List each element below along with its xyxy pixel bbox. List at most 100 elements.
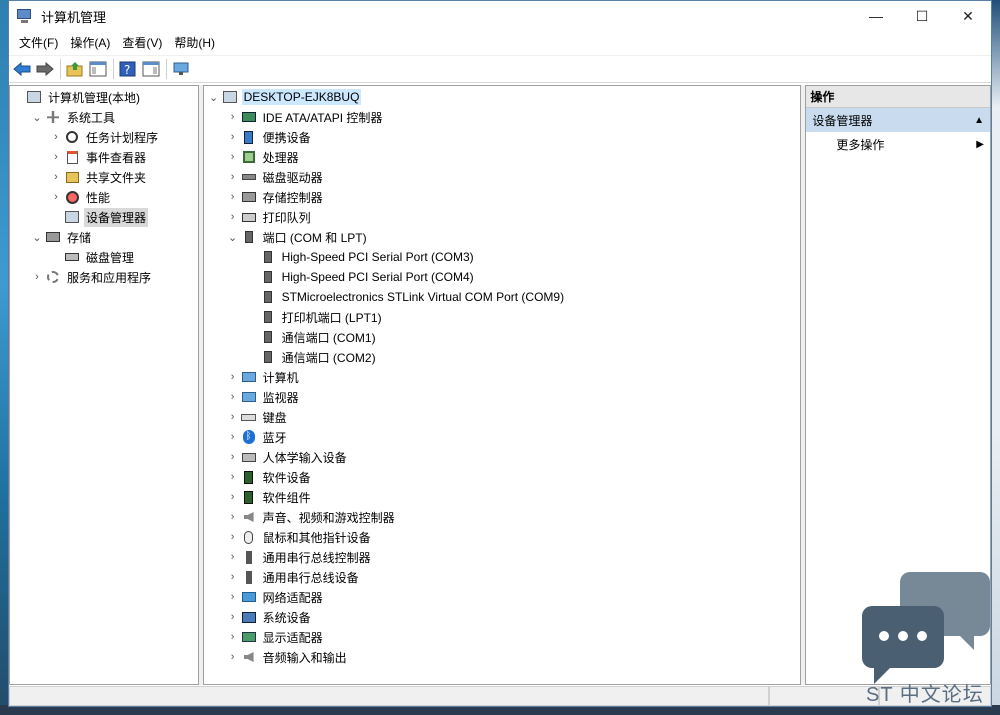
device-tree-node[interactable]: › 鼠标和其他指针设备 xyxy=(204,527,801,547)
device-tree-node[interactable]: › 软件组件 xyxy=(204,487,801,507)
chevron-right-icon[interactable]: › xyxy=(50,187,62,207)
chevron-right-icon[interactable]: › xyxy=(227,387,239,407)
device-tree-node[interactable]: ⌄ 端口 (COM 和 LPT) xyxy=(204,227,801,247)
device-tree-node[interactable]: High-Speed PCI Serial Port (COM3) xyxy=(204,247,801,267)
chevron-right-icon[interactable]: › xyxy=(227,627,239,647)
chevron-right-icon[interactable]: › xyxy=(227,147,239,167)
device-tree-node[interactable]: › 存储控制器 xyxy=(204,187,801,207)
show-hide-action-pane-icon[interactable] xyxy=(140,58,162,80)
close-button[interactable]: ✕ xyxy=(945,1,991,31)
chevron-right-icon[interactable]: › xyxy=(227,167,239,187)
menu-file[interactable]: 文件(F) xyxy=(13,31,64,55)
console-tree-label: 共享文件夹 xyxy=(86,170,147,185)
chevron-right-icon[interactable]: › xyxy=(50,147,62,167)
device-tree-label: High-Speed PCI Serial Port (COM4) xyxy=(281,270,474,284)
device-tree-node[interactable]: › 系统设备 xyxy=(204,607,801,627)
device-tree-node[interactable]: 通信端口 (COM2) xyxy=(204,347,801,367)
console-tree-node[interactable]: › 任务计划程序 xyxy=(10,127,198,147)
chevron-right-icon[interactable]: › xyxy=(50,167,62,187)
device-tree-node[interactable]: › 打印队列 xyxy=(204,207,801,227)
console-tree-node[interactable]: 计算机管理(本地) xyxy=(10,87,198,107)
device-tree-node[interactable]: High-Speed PCI Serial Port (COM4) xyxy=(204,267,801,287)
chevron-right-icon[interactable]: › xyxy=(227,207,239,227)
toolbar: ? xyxy=(9,55,991,83)
device-tree-label: 监视器 xyxy=(262,390,299,405)
more-actions-item[interactable]: 更多操作 ▶ xyxy=(806,132,990,156)
actions-section-device-manager[interactable]: 设备管理器 ▲ xyxy=(806,108,990,132)
chevron-right-icon[interactable]: › xyxy=(227,587,239,607)
device-tree-node[interactable]: › 处理器 xyxy=(204,147,801,167)
device-tree-node[interactable]: › 键盘 xyxy=(204,407,801,427)
chevron-down-icon[interactable]: ⌄ xyxy=(31,227,43,247)
chevron-down-icon[interactable]: ⌄ xyxy=(208,87,220,107)
monitor-icon[interactable] xyxy=(170,58,192,80)
chevron-right-icon[interactable]: › xyxy=(227,407,239,427)
console-tree-node[interactable]: ⌄ 系统工具 xyxy=(10,107,198,127)
device-tree-node[interactable]: › 声音、视频和游戏控制器 xyxy=(204,507,801,527)
device-tree-node[interactable]: 打印机端口 (LPT1) xyxy=(204,307,801,327)
forward-arrow-icon[interactable] xyxy=(34,58,56,80)
device-tree-node[interactable]: › 计算机 xyxy=(204,367,801,387)
chevron-right-icon[interactable]: › xyxy=(227,187,239,207)
node-icon xyxy=(26,89,42,105)
collapse-arrow-icon[interactable]: ▲ xyxy=(974,115,984,126)
device-tree-label: 软件设备 xyxy=(262,470,311,485)
menu-action[interactable]: 操作(A) xyxy=(64,31,116,55)
help-icon[interactable]: ? xyxy=(117,58,139,80)
device-tree-node[interactable]: › 便携设备 xyxy=(204,127,801,147)
disk-icon xyxy=(65,253,79,261)
chevron-right-icon[interactable]: › xyxy=(227,647,239,667)
device-tree-node[interactable]: › 磁盘驱动器 xyxy=(204,167,801,187)
node-icon xyxy=(241,629,257,645)
device-tree-node[interactable]: ⌄ DESKTOP-EJK8BUQ xyxy=(204,87,801,107)
chevron-right-icon[interactable]: › xyxy=(227,107,239,127)
console-tree-node[interactable]: › 共享文件夹 xyxy=(10,167,198,187)
chevron-right-icon[interactable]: › xyxy=(227,447,239,467)
node-icon xyxy=(241,649,257,665)
drive-icon xyxy=(241,174,256,180)
device-tree-node[interactable]: › 音频输入和输出 xyxy=(204,647,801,667)
chevron-down-icon[interactable]: ⌄ xyxy=(31,107,43,127)
chevron-right-icon[interactable]: › xyxy=(227,527,239,547)
console-tree-node[interactable]: 设备管理器 xyxy=(10,207,198,227)
chevron-right-icon[interactable]: › xyxy=(227,607,239,627)
device-tree-node[interactable]: › 网络适配器 xyxy=(204,587,801,607)
node-icon xyxy=(260,249,276,265)
chevron-right-icon[interactable]: › xyxy=(31,267,43,287)
show-hide-console-tree-icon[interactable] xyxy=(87,58,109,80)
menu-view[interactable]: 查看(V) xyxy=(116,31,168,55)
console-tree-node[interactable]: 磁盘管理 xyxy=(10,247,198,267)
chevron-right-icon[interactable]: › xyxy=(227,427,239,447)
console-tree-label: 任务计划程序 xyxy=(86,130,159,145)
chevron-right-icon[interactable]: › xyxy=(227,467,239,487)
chevron-right-icon[interactable]: › xyxy=(227,127,239,147)
minimize-button[interactable]: — xyxy=(853,1,899,31)
device-tree-node[interactable]: STMicroelectronics STLink Virtual COM Po… xyxy=(204,287,801,307)
menu-help[interactable]: 帮助(H) xyxy=(168,31,221,55)
node-icon xyxy=(241,409,257,425)
port-icon xyxy=(263,291,272,303)
chevron-down-icon[interactable]: ⌄ xyxy=(227,227,239,247)
device-tree-node[interactable]: › 显示适配器 xyxy=(204,627,801,647)
device-tree-node[interactable]: 通信端口 (COM1) xyxy=(204,327,801,347)
chevron-right-icon[interactable]: › xyxy=(227,487,239,507)
back-arrow-icon[interactable] xyxy=(11,58,33,80)
chevron-right-icon[interactable]: › xyxy=(227,367,239,387)
device-tree-node[interactable]: › 软件设备 xyxy=(204,467,801,487)
up-folder-icon[interactable] xyxy=(64,58,86,80)
device-tree-node[interactable]: › IDE ATA/ATAPI 控制器 xyxy=(204,107,801,127)
device-tree-node[interactable]: › 通用串行总线控制器 xyxy=(204,547,801,567)
device-tree-node[interactable]: › 人体学输入设备 xyxy=(204,447,801,467)
device-tree-node[interactable]: › 监视器 xyxy=(204,387,801,407)
chevron-right-icon[interactable]: › xyxy=(50,127,62,147)
console-tree-node[interactable]: ⌄ 存储 xyxy=(10,227,198,247)
device-tree-node[interactable]: › 通用串行总线设备 xyxy=(204,567,801,587)
console-tree-node[interactable]: › 性能 xyxy=(10,187,198,207)
chevron-right-icon[interactable]: › xyxy=(227,567,239,587)
chevron-right-icon[interactable]: › xyxy=(227,507,239,527)
console-tree-node[interactable]: › 服务和应用程序 xyxy=(10,267,198,287)
console-tree-node[interactable]: › 事件查看器 xyxy=(10,147,198,167)
device-tree-node[interactable]: › ᛒ 蓝牙 xyxy=(204,427,801,447)
maximize-button[interactable]: ☐ xyxy=(899,1,945,31)
chevron-right-icon[interactable]: › xyxy=(227,547,239,567)
